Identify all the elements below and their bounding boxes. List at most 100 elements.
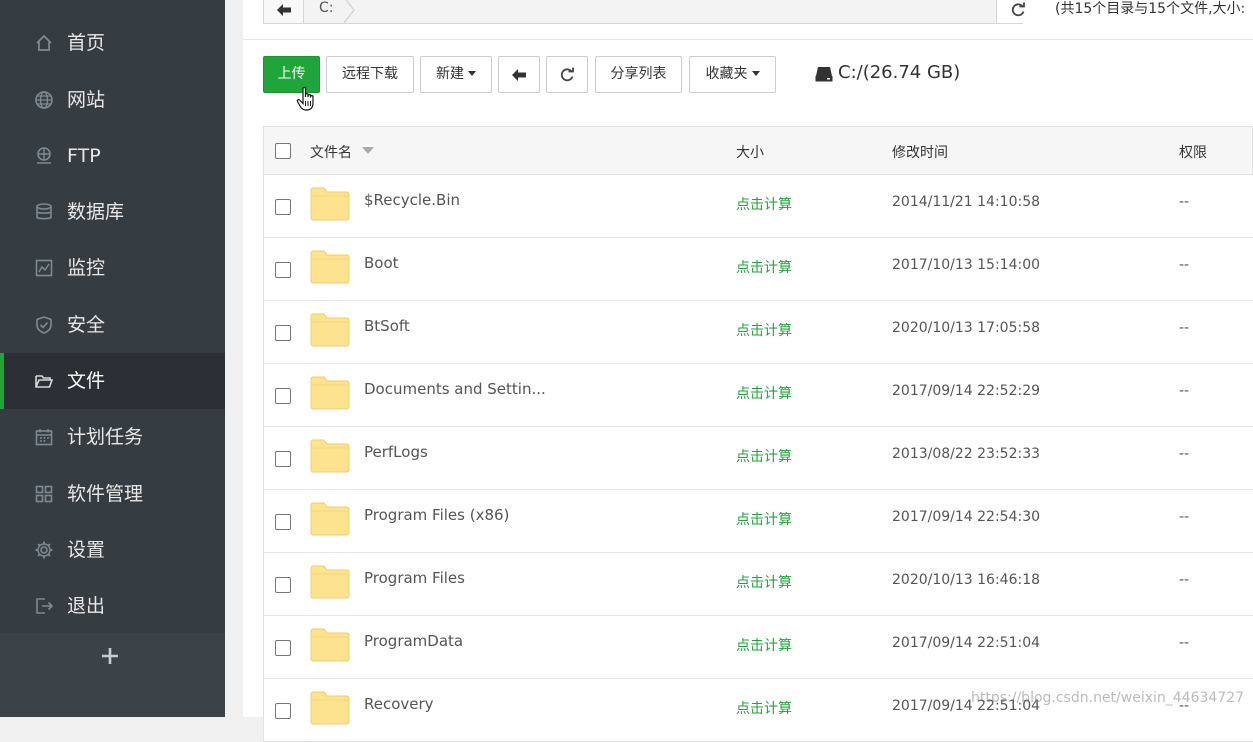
permission: -- <box>1179 320 1190 336</box>
new-dropdown-button[interactable]: 新建 <box>420 56 492 93</box>
sidebar-item-database[interactable]: 数据库 <box>0 184 225 240</box>
file-name[interactable]: PerfLogs <box>364 443 428 461</box>
sidebar-item-cron[interactable]: 计划任务 <box>0 409 225 465</box>
folder-icon <box>310 313 350 347</box>
globe-icon <box>35 91 53 109</box>
sidebar: 首页 网站 FTP 数据库 监控 安全 文件 计划任务 软件管理 设置 退出 <box>0 0 225 717</box>
column-header-name[interactable]: 文件名 <box>310 142 352 162</box>
calc-size-link[interactable]: 点击计算 <box>736 257 792 277</box>
sidebar-item-security[interactable]: 安全 <box>0 297 225 353</box>
sidebar-item-ftp[interactable]: FTP <box>0 128 225 184</box>
modified-time: 2017/09/14 22:54:30 <box>892 509 1041 525</box>
calc-size-link[interactable]: 点击计算 <box>736 194 792 214</box>
sidebar-item-settings[interactable]: 设置 <box>0 522 225 578</box>
folder-icon <box>310 502 350 536</box>
shield-icon <box>36 316 52 334</box>
row-checkbox[interactable] <box>275 199 291 215</box>
file-name[interactable]: ProgramData <box>364 632 463 650</box>
column-header-mtime[interactable]: 修改时间 <box>892 142 948 162</box>
permission: -- <box>1179 572 1190 588</box>
sidebar-item-website[interactable]: 网站 <box>0 72 225 128</box>
hand-cursor-icon <box>296 86 314 111</box>
folder-icon <box>310 628 350 662</box>
row-checkbox[interactable] <box>275 262 291 278</box>
row-checkbox[interactable] <box>275 640 291 656</box>
plus-icon[interactable] <box>98 644 122 668</box>
file-name[interactable]: BtSoft <box>364 317 410 335</box>
table-row[interactable]: Program Files (x86) 点击计算 2017/09/14 22:54:… <box>263 490 1253 553</box>
row-checkbox[interactable] <box>275 577 291 593</box>
favorites-dropdown-button[interactable]: 收藏夹 <box>689 56 776 93</box>
sidebar-item-monitor[interactable]: 监控 <box>0 240 225 296</box>
table-row[interactable]: BtSoft 点击计算 2020/10/13 17:05:58 -- <box>263 301 1253 364</box>
select-all-checkbox[interactable] <box>275 143 291 159</box>
sidebar-item-label: 文件 <box>67 370 106 392</box>
folder-icon <box>310 376 350 410</box>
sort-desc-icon[interactable] <box>362 147 374 154</box>
file-name[interactable]: Program Files <box>364 569 465 587</box>
permission: -- <box>1179 446 1190 462</box>
calc-size-link[interactable]: 点击计算 <box>736 446 792 466</box>
column-header-size[interactable]: 大小 <box>736 142 764 162</box>
row-checkbox[interactable] <box>275 388 291 404</box>
permission: -- <box>1179 194 1190 210</box>
sidebar-item-label: 网站 <box>67 89 106 111</box>
permission: -- <box>1179 383 1190 399</box>
sidebar-item-software[interactable]: 软件管理 <box>0 466 225 522</box>
row-checkbox[interactable] <box>275 514 291 530</box>
sidebar-item-home[interactable]: 首页 <box>0 15 225 71</box>
modified-time: 2020/10/13 17:05:58 <box>892 320 1041 336</box>
sidebar-item-files[interactable]: 文件 <box>0 353 225 409</box>
file-name[interactable]: Recovery <box>364 695 434 713</box>
file-name[interactable]: $Recycle.Bin <box>364 191 460 209</box>
sidebar-item-label: 计划任务 <box>67 426 144 448</box>
column-header-perm[interactable]: 权限 <box>1179 142 1207 162</box>
share-list-label: 分享列表 <box>610 66 667 82</box>
disk-button[interactable]: C:/(26.74 GB) <box>838 62 960 83</box>
file-manager: C: (共15个目录与15个文件,大小: 上传 远程下载 新建 分享列表 收藏夹… <box>243 0 1253 742</box>
calc-size-link[interactable]: 点击计算 <box>736 635 792 655</box>
table-row[interactable]: Documents and Settin... 点击计算 2017/09/14 22… <box>263 364 1253 427</box>
row-checkbox[interactable] <box>275 325 291 341</box>
refresh-icon <box>1011 2 1025 17</box>
calc-size-link[interactable]: 点击计算 <box>736 383 792 403</box>
table-row[interactable]: PerfLogs 点击计算 2013/08/22 23:52:33 -- <box>263 427 1253 490</box>
path-input[interactable]: C: <box>263 0 1038 24</box>
table-row[interactable]: ProgramData 点击计算 2017/09/14 22:51:04 -- <box>263 616 1253 679</box>
table-row[interactable]: Program Files 点击计算 2020/10/13 16:46:18 -- <box>263 553 1253 616</box>
calc-size-link[interactable]: 点击计算 <box>736 572 792 592</box>
disk-icon <box>815 67 833 82</box>
file-name[interactable]: Boot <box>364 254 399 272</box>
path-back-button[interactable] <box>264 0 304 23</box>
row-checkbox[interactable] <box>275 451 291 467</box>
file-name[interactable]: Documents and Settin... <box>364 380 546 398</box>
table-row[interactable]: Recovery 点击计算 2017/09/14 22:51:04 -- <box>263 679 1253 742</box>
folder-icon <box>310 439 350 473</box>
table-header: 文件名 大小 修改时间 权限 <box>263 126 1253 175</box>
calc-size-link[interactable]: 点击计算 <box>736 509 792 529</box>
new-label: 新建 <box>436 66 464 82</box>
calendar-icon <box>35 429 53 446</box>
watermark: https://blog.csdn.net/weixin_44634727 <box>971 690 1245 706</box>
table-row[interactable]: $Recycle.Bin 点击计算 2014/11/21 14:10:58 -- <box>263 175 1253 238</box>
path-segment[interactable]: C: <box>319 0 334 16</box>
ftp-icon <box>37 147 51 164</box>
arrow-left-icon <box>277 4 291 16</box>
permission: -- <box>1179 635 1190 651</box>
table-row[interactable]: Boot 点击计算 2017/10/13 15:14:00 -- <box>263 238 1253 301</box>
calc-size-link[interactable]: 点击计算 <box>736 320 792 340</box>
share-list-button[interactable]: 分享列表 <box>595 56 682 93</box>
sidebar-item-logout[interactable]: 退出 <box>0 578 225 634</box>
chevron-down-icon <box>751 71 760 76</box>
refresh-button[interactable] <box>546 56 588 93</box>
permission: -- <box>1179 509 1190 525</box>
folder-icon <box>310 187 350 221</box>
path-separator-icon <box>343 0 355 23</box>
calc-size-link[interactable]: 点击计算 <box>736 698 792 718</box>
database-icon <box>36 203 52 220</box>
chevron-down-icon <box>468 71 476 76</box>
file-name[interactable]: Program Files (x86) <box>364 506 509 524</box>
path-refresh-button[interactable] <box>996 0 1038 23</box>
back-button[interactable] <box>498 56 540 93</box>
remote-download-button[interactable]: 远程下载 <box>326 56 414 93</box>
